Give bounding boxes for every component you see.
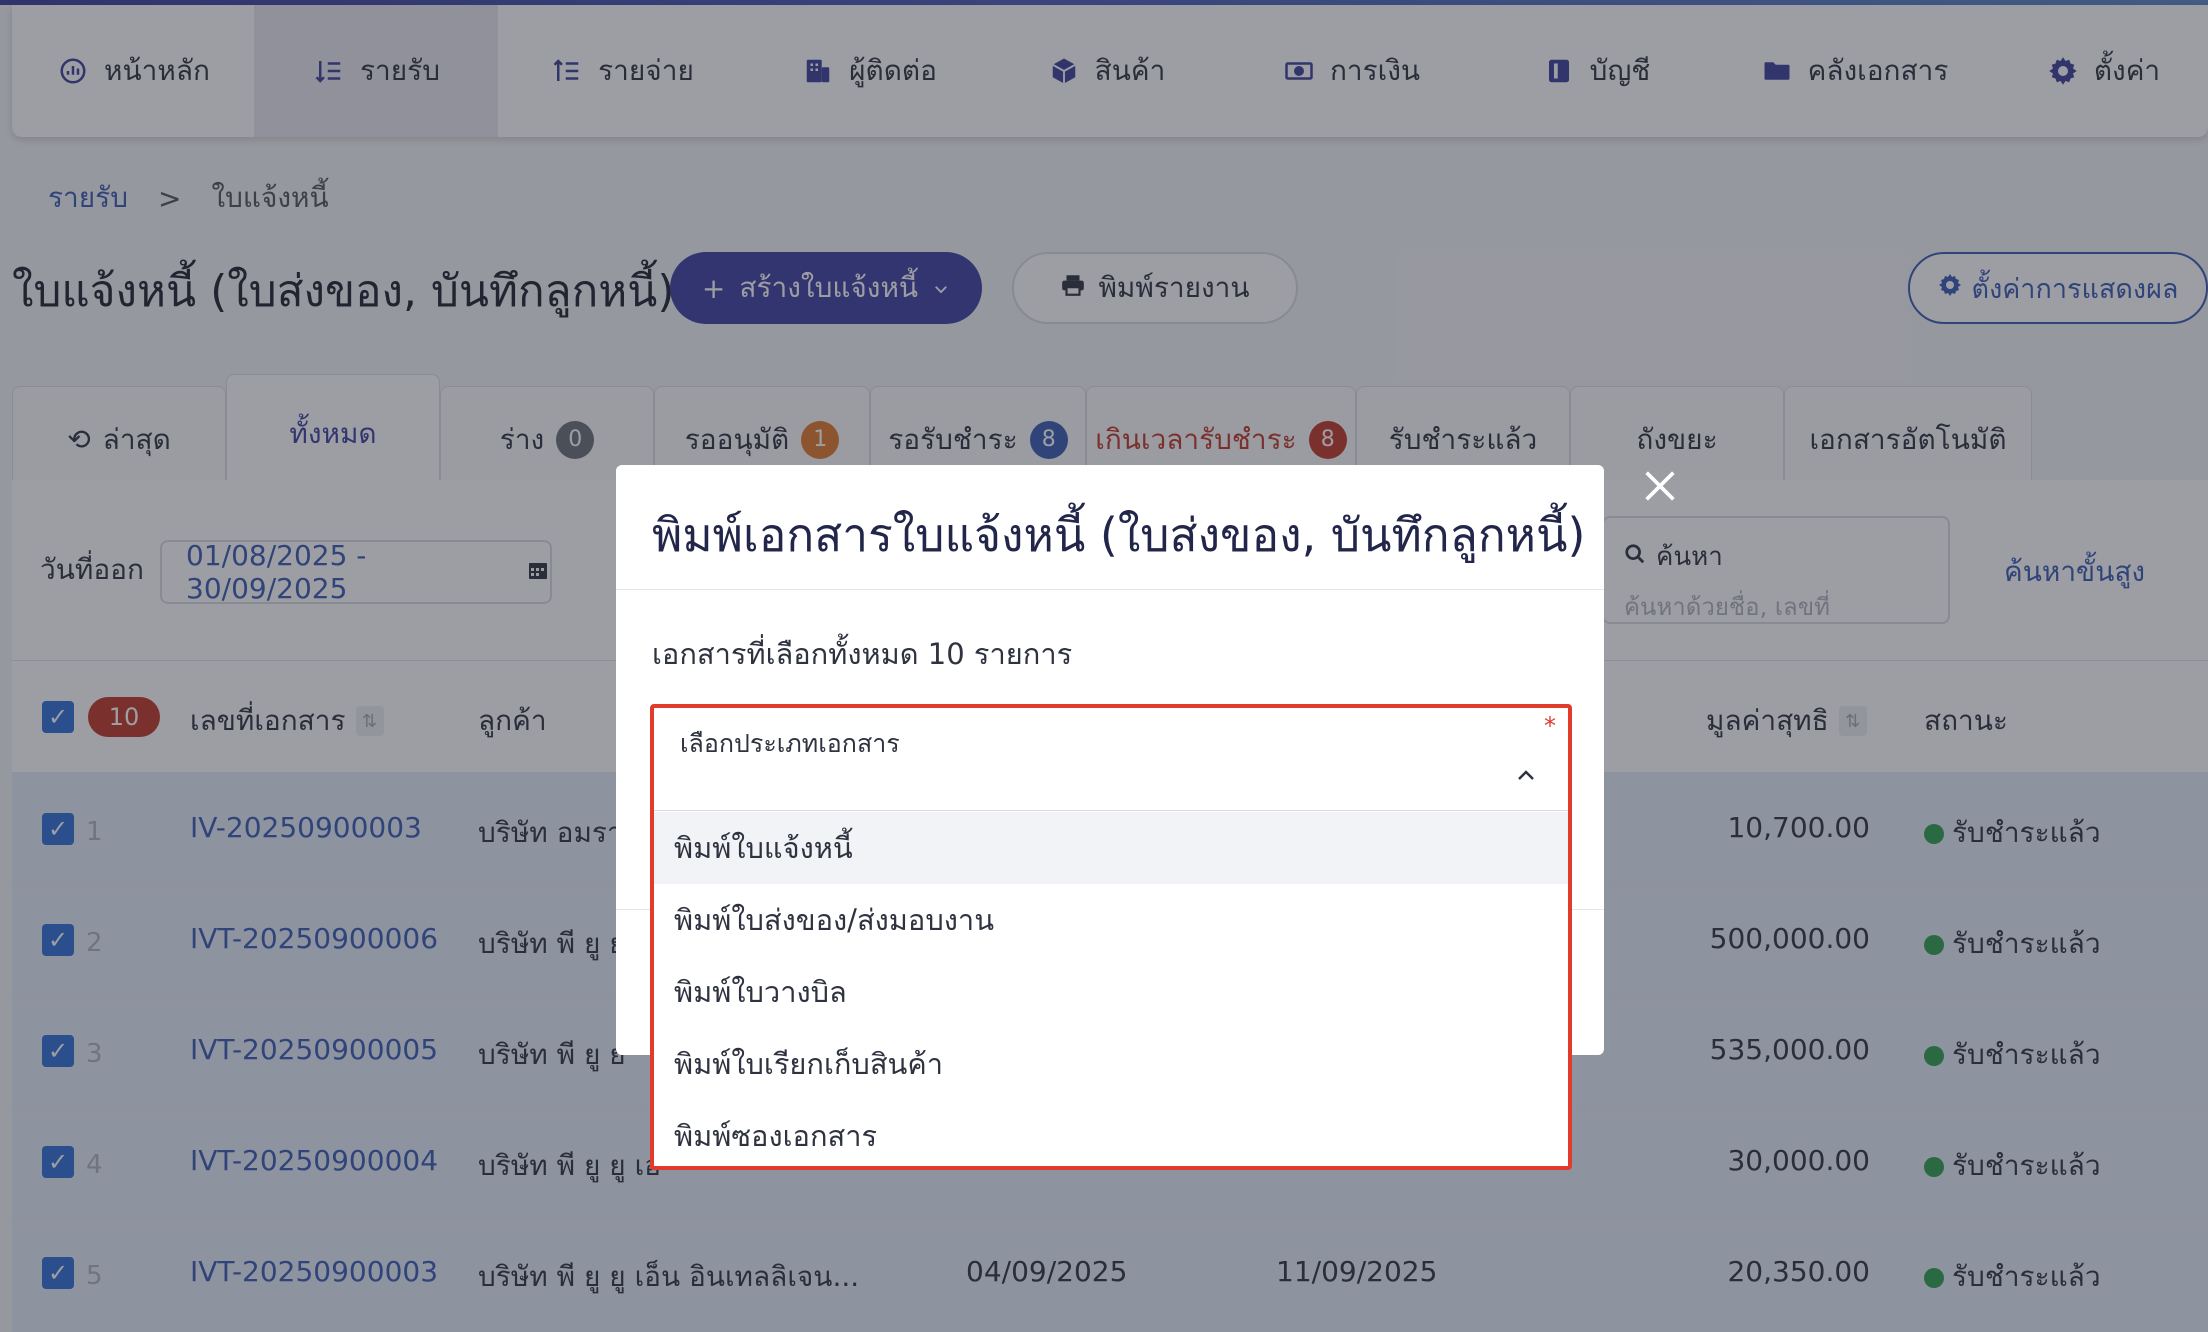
selected-documents-text: เอกสารที่เลือกทั้งหมด 10 รายการ [652,637,1073,671]
option-print-billing-note[interactable]: พิมพ์ใบวางบิล [654,956,1568,1028]
dropdown-divider [654,810,1568,811]
chevron-up-icon[interactable] [1514,764,1538,788]
modal-title: พิมพ์เอกสารใบแจ้งหนี้ (ใบส่งของ, บันทึกล… [652,508,1586,562]
document-type-label: เลือกประเภทเอกสาร [680,729,900,758]
option-print-invoice[interactable]: พิมพ์ใบแจ้งหนี้ [654,812,1568,884]
close-icon[interactable] [1640,466,1680,506]
document-type-select[interactable]: เลือกประเภทเอกสาร * พิมพ์ใบแจ้งหนี้ พิมพ… [650,704,1572,1170]
option-print-goods-collection[interactable]: พิมพ์ใบเรียกเก็บสินค้า [654,1028,1568,1100]
option-print-delivery-note[interactable]: พิมพ์ใบส่งของ/ส่งมอบงาน [654,884,1568,956]
required-marker: * [1544,712,1556,740]
option-print-envelope[interactable]: พิมพ์ซองเอกสาร [654,1100,1568,1172]
modal-divider [616,589,1604,590]
